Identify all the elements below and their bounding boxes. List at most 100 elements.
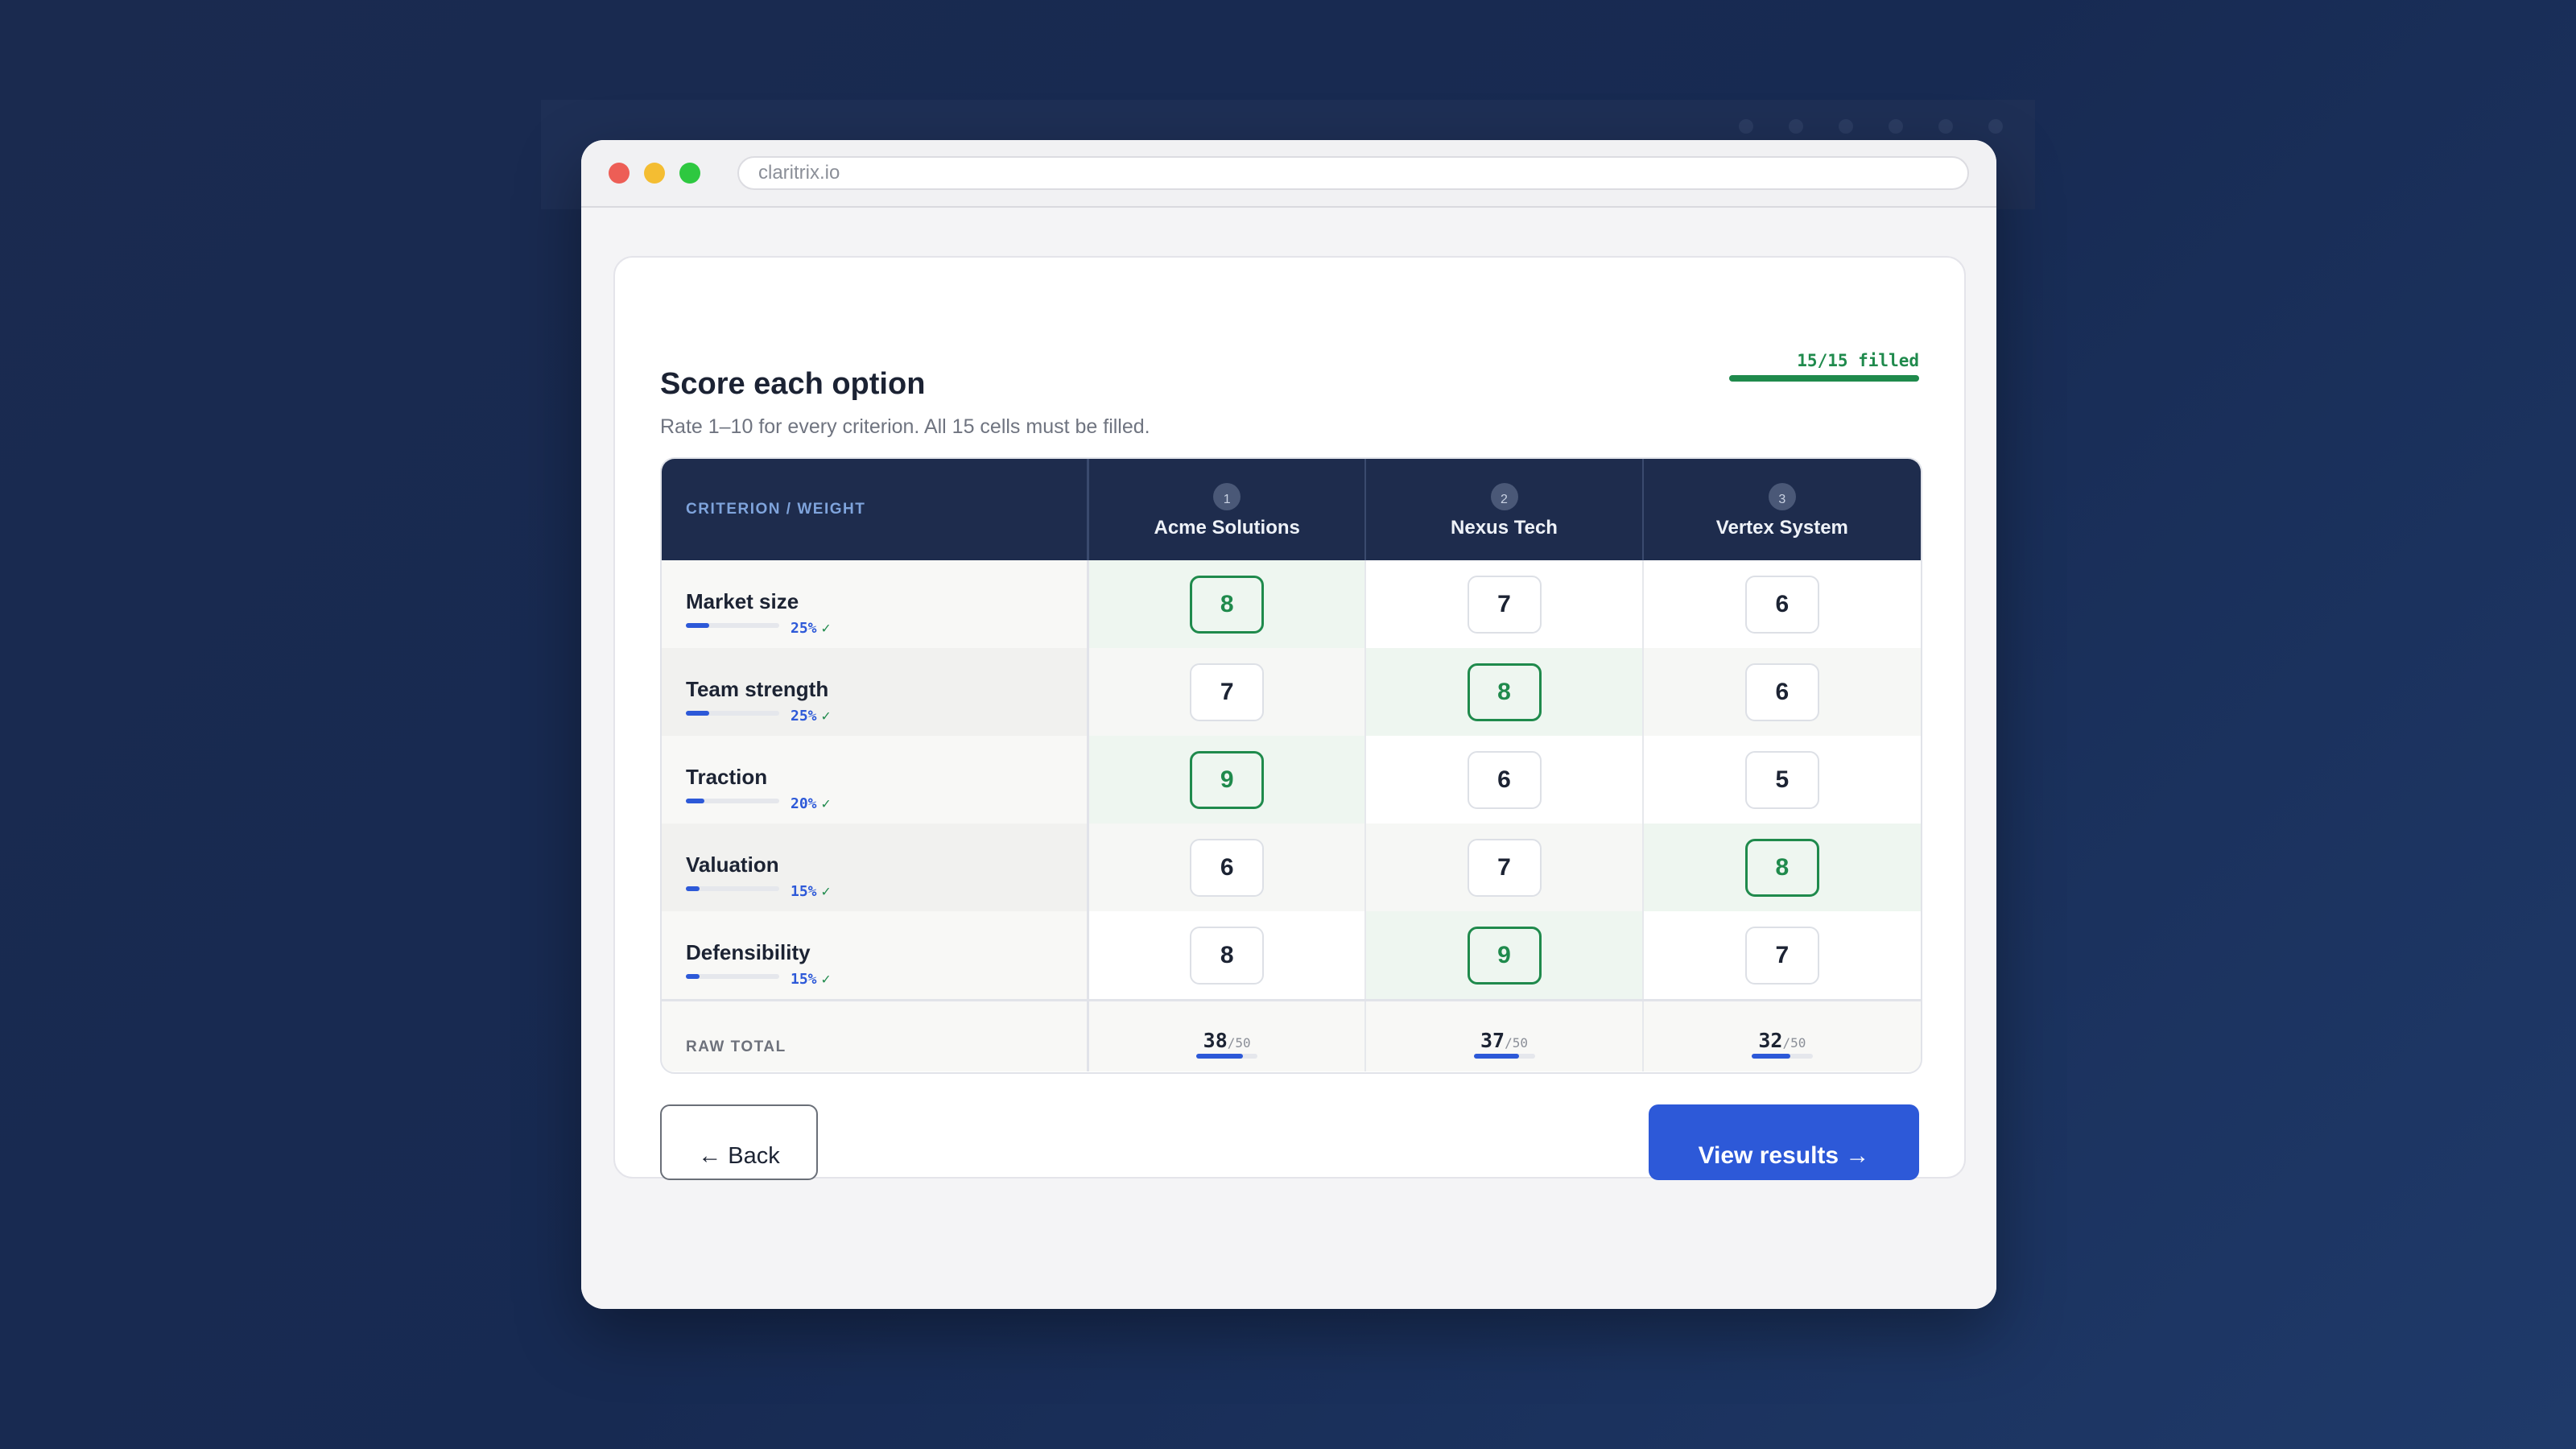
score-cell: 6 (1089, 824, 1367, 911)
score-input[interactable]: 6 (1467, 750, 1542, 809)
criterion-name: Valuation (686, 852, 779, 877)
raw-total-max: /50 (1227, 1035, 1251, 1051)
score-matrix: CRITERION / WEIGHT 1 Acme Solutions 2 Ne… (660, 457, 1922, 1074)
browser-window: claritrix.io Score each option Rate 1–10… (581, 140, 1996, 1309)
fill-progress-fill (1729, 375, 1919, 382)
check-icon: ✓ (821, 620, 831, 637)
criterion-row: Valuation 15% ✓ 6 7 8 (662, 824, 1921, 911)
raw-total-bar (1473, 1054, 1535, 1059)
weight-label: 15% ✓ (791, 971, 831, 988)
score-cell: 8 (1643, 824, 1921, 911)
option-name: Vertex System (1715, 517, 1848, 539)
page-title: Score each option (660, 367, 926, 401)
weight-bar (686, 974, 779, 979)
criterion-name: Market size (686, 589, 799, 613)
minimize-window-icon[interactable] (644, 163, 665, 184)
criterion-cell: Valuation 15% ✓ (662, 824, 1090, 911)
background-dots (1739, 119, 2003, 134)
score-cell: 8 (1366, 648, 1644, 736)
view-results-button[interactable]: View results → (1649, 1104, 1919, 1180)
raw-total-cell: 32/50 (1644, 1001, 1921, 1071)
weight-bar-fill (686, 711, 709, 716)
score-input[interactable]: 8 (1467, 663, 1542, 721)
raw-total-value: 37 (1480, 1029, 1505, 1052)
option-column-header: 2 Nexus Tech (1366, 459, 1644, 560)
maximize-window-icon[interactable] (679, 163, 700, 184)
score-input[interactable]: 6 (1744, 663, 1819, 721)
page-subtitle: Rate 1–10 for every criterion. All 15 ce… (660, 415, 1150, 438)
score-input[interactable]: 6 (1744, 575, 1819, 634)
criterion-cell: Defensibility 15% ✓ (662, 911, 1090, 999)
raw-total-bar (1751, 1054, 1813, 1059)
weight-bar-fill (686, 799, 705, 803)
weight-label: 20% ✓ (791, 795, 831, 812)
weight-bar (686, 886, 779, 891)
score-cell: 6 (1366, 736, 1644, 824)
score-input[interactable]: 7 (1744, 926, 1819, 985)
score-input[interactable]: 8 (1190, 926, 1265, 985)
option-number-badge: 1 (1213, 483, 1241, 510)
score-input[interactable]: 9 (1190, 750, 1265, 809)
score-cell: 9 (1089, 736, 1367, 824)
score-input[interactable]: 5 (1744, 750, 1819, 809)
criterion-name: Defensibility (686, 940, 811, 964)
score-cell: 7 (1089, 648, 1367, 736)
raw-total-value: 32 (1758, 1029, 1783, 1052)
score-cell: 7 (1366, 560, 1644, 648)
score-input[interactable]: 6 (1190, 838, 1265, 897)
table-header: CRITERION / WEIGHT 1 Acme Solutions 2 Ne… (662, 459, 1921, 560)
score-input[interactable]: 9 (1467, 926, 1542, 985)
option-column-header: 3 Vertex System (1644, 459, 1921, 560)
browser-chrome: claritrix.io (581, 140, 1996, 208)
raw-total-bar-fill (1196, 1054, 1243, 1059)
raw-total-cell: 38/50 (1089, 1001, 1367, 1071)
raw-total-row: RAW TOTAL 38/50 37/50 32/50 (662, 999, 1921, 1071)
raw-total-max: /50 (1505, 1035, 1529, 1051)
score-input[interactable]: 7 (1467, 838, 1542, 897)
weight-label: 25% ✓ (791, 708, 831, 724)
score-input[interactable]: 7 (1190, 663, 1265, 721)
score-input[interactable]: 7 (1467, 575, 1542, 634)
option-number-badge: 3 (1768, 483, 1796, 510)
check-icon: ✓ (821, 795, 831, 812)
criterion-row: Market size 25% ✓ 8 7 6 (662, 560, 1921, 648)
option-name: Acme Solutions (1154, 517, 1300, 539)
score-cell: 8 (1089, 911, 1367, 999)
weight-bar-fill (686, 623, 709, 628)
page-viewport: Score each option Rate 1–10 for every cr… (581, 209, 1996, 1309)
fill-progress-bar (1729, 375, 1919, 382)
weight-bar (686, 623, 779, 628)
back-button[interactable]: ← Back (660, 1104, 818, 1180)
raw-total-label: RAW TOTAL (662, 1001, 1090, 1071)
score-input[interactable]: 8 (1190, 575, 1265, 634)
raw-total-cell: 37/50 (1366, 1001, 1644, 1071)
criterion-row: Traction 20% ✓ 9 6 5 (662, 736, 1921, 824)
score-cell: 7 (1643, 911, 1921, 999)
score-cell: 6 (1643, 648, 1921, 736)
weight-bar (686, 799, 779, 803)
criterion-row: Defensibility 15% ✓ 8 9 7 (662, 911, 1921, 999)
score-cell: 7 (1366, 824, 1644, 911)
score-input[interactable]: 8 (1744, 838, 1819, 897)
weight-bar (686, 711, 779, 716)
score-cell: 8 (1089, 560, 1367, 648)
criterion-name: Traction (686, 765, 768, 789)
option-column-header: 1 Acme Solutions (1089, 459, 1367, 560)
address-bar[interactable]: claritrix.io (737, 156, 1969, 190)
criterion-cell: Traction 20% ✓ (662, 736, 1090, 824)
raw-total-max: /50 (1782, 1035, 1806, 1051)
option-name: Nexus Tech (1451, 517, 1558, 539)
criterion-row: Team strength 25% ✓ 7 8 6 (662, 648, 1921, 736)
weight-label: 15% ✓ (791, 883, 831, 900)
score-cell: 9 (1366, 911, 1644, 999)
weight-label: 25% ✓ (791, 620, 831, 637)
criterion-cell: Team strength 25% ✓ (662, 648, 1090, 736)
fill-progress-label: 15/15 filled (1797, 351, 1919, 370)
close-window-icon[interactable] (609, 163, 630, 184)
raw-total-value: 38 (1203, 1029, 1228, 1052)
check-icon: ✓ (821, 883, 831, 900)
check-icon: ✓ (821, 971, 831, 988)
criterion-cell: Market size 25% ✓ (662, 560, 1090, 648)
score-cell: 6 (1643, 560, 1921, 648)
score-cell: 5 (1643, 736, 1921, 824)
